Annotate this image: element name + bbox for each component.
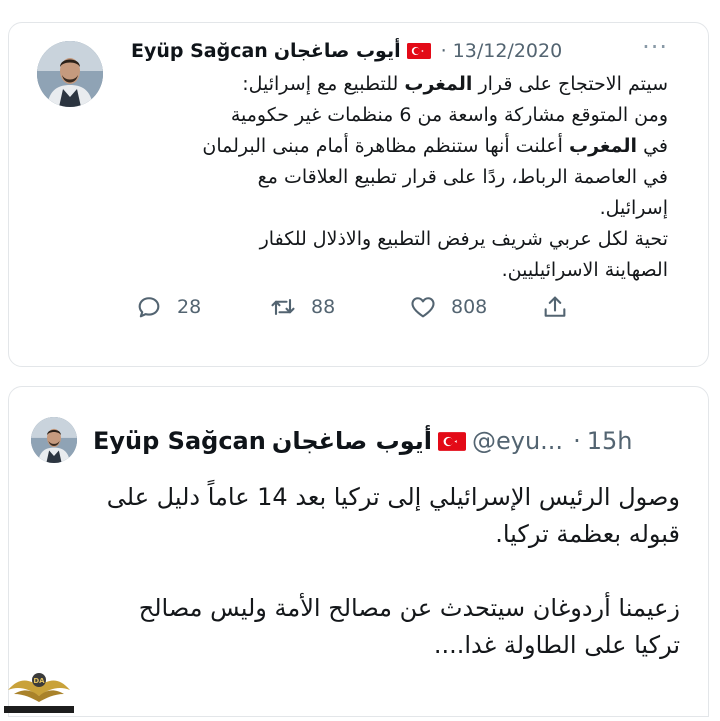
retweet-count: 88 xyxy=(311,296,336,318)
share-icon xyxy=(544,296,566,317)
tweet-actions: 28 88 808 xyxy=(129,293,589,327)
display-name[interactable]: Eyüp Sağcan xyxy=(93,427,266,455)
tweet-header: Eyüp Sağcan أيوب صاغجان · 13/12/2020 xyxy=(131,35,562,67)
reply-icon xyxy=(138,297,160,318)
display-name[interactable]: Eyüp Sağcan xyxy=(131,40,268,62)
retweet-button[interactable]: 88 xyxy=(269,293,335,321)
tweet-line: إسرائيل. xyxy=(599,197,668,219)
tweet-line: زعيمنا أردوغان سيتحدث عن مصالح الأمة ولي… xyxy=(138,594,680,622)
tweet-header: Eyüp Sağcan أيوب صاغجان @eyu... · 15h xyxy=(93,425,632,457)
avatar[interactable] xyxy=(31,417,77,463)
reply-button[interactable]: 28 xyxy=(135,293,201,321)
retweet-icon xyxy=(271,298,295,316)
tweet-card-2[interactable]: Eyüp Sağcan أيوب صاغجان @eyu... · 15h وص… xyxy=(8,386,709,717)
display-name-arabic[interactable]: أيوب صاغجان xyxy=(272,427,432,455)
tweet-text: سيتم الاحتجاج على قرار المغرب للتطبيع مع… xyxy=(108,69,668,286)
like-button[interactable]: 808 xyxy=(409,293,487,321)
tweet-line: سيتم الاحتجاج على قرار المغرب للتطبيع مع… xyxy=(242,73,668,95)
tweet-card-1[interactable]: Eyüp Sağcan أيوب صاغجان · 13/12/2020 ···… xyxy=(8,22,709,367)
more-horizontal-icon[interactable]: ··· xyxy=(642,33,668,61)
tweet-line: قبوله بعظمة تركيا. xyxy=(495,520,680,548)
tweet-line: في العاصمة الرباط، ردًا على قرار تطبيع ا… xyxy=(257,166,668,188)
tweet-line: الصهاينة الاسرائيليين. xyxy=(501,259,668,281)
avatar[interactable] xyxy=(37,41,103,107)
tweet-time[interactable]: 15h xyxy=(587,427,633,455)
tweet-line: تحية لكل عربي شريف يرفض التطبيع والاذلال… xyxy=(259,228,668,250)
tweet-line xyxy=(40,553,680,590)
reply-count: 28 xyxy=(177,296,202,318)
tweet-line: وصول الرئيس الإسرائيلي إلى تركيا بعد 14 … xyxy=(106,483,680,511)
user-handle[interactable]: @eyu... xyxy=(472,427,563,455)
svg-text:DA: DA xyxy=(33,677,45,685)
heart-icon xyxy=(411,297,435,318)
separator: · xyxy=(440,40,447,62)
share-button[interactable] xyxy=(541,293,583,321)
display-name-arabic[interactable]: أيوب صاغجان xyxy=(274,40,401,62)
like-count: 808 xyxy=(451,296,488,318)
forum-logo-watermark: DA xyxy=(0,646,78,717)
tweet-line: تركيا على الطاولة غدا.... xyxy=(433,631,680,659)
tweet-date[interactable]: 13/12/2020 xyxy=(453,40,563,62)
tweet-text: وصول الرئيس الإسرائيلي إلى تركيا بعد 14 … xyxy=(40,479,680,664)
turkey-flag-icon xyxy=(406,43,431,59)
tweet-line: في المغرب أعلنت أنها ستنظم مظاهرة أمام م… xyxy=(202,135,668,157)
tweet-line: ومن المتوقع مشاركة واسعة من 6 منظمات غير… xyxy=(230,104,668,126)
separator: · xyxy=(573,427,581,455)
turkey-flag-icon xyxy=(437,431,466,451)
